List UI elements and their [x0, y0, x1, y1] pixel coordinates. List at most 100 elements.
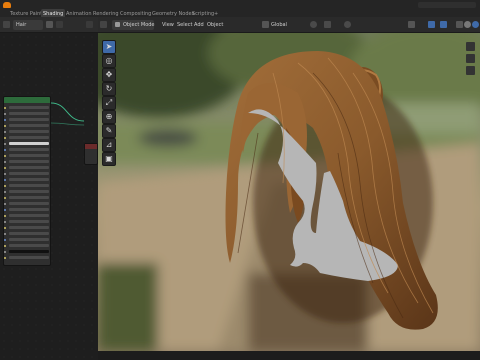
socket-value-field[interactable]: [9, 154, 49, 157]
socket-dot-icon[interactable]: [4, 214, 6, 217]
node-socket-row[interactable]: [4, 202, 49, 205]
node-socket-row[interactable]: [4, 214, 49, 217]
socket-value-field[interactable]: [9, 190, 49, 193]
socket-dot-icon[interactable]: [4, 190, 6, 193]
node-socket-row[interactable]: [4, 178, 49, 181]
rotate-tool[interactable]: ↻: [102, 82, 116, 96]
menu-add[interactable]: Add: [194, 20, 204, 30]
new-material-icon[interactable]: [46, 21, 53, 28]
socket-dot-icon[interactable]: [4, 148, 6, 151]
add-cube-tool[interactable]: ▣: [102, 152, 116, 166]
socket-value-field[interactable]: [9, 130, 49, 133]
pan-hand-icon[interactable]: [466, 54, 475, 63]
node-socket-row[interactable]: [4, 244, 49, 247]
socket-value-field[interactable]: [9, 112, 49, 115]
proportional-edit-icon[interactable]: [344, 21, 351, 28]
socket-dot-icon[interactable]: [4, 142, 6, 145]
socket-value-field[interactable]: [9, 178, 49, 181]
shading-solid-icon[interactable]: [464, 21, 471, 28]
socket-dot-icon[interactable]: [4, 130, 6, 133]
transform-orientation[interactable]: Global: [271, 20, 287, 30]
node-socket-row[interactable]: [4, 112, 49, 115]
editor-type-icon[interactable]: [100, 21, 107, 28]
node-socket-row[interactable]: [4, 184, 49, 187]
shading-material-icon[interactable]: [472, 21, 479, 28]
socket-dot-icon[interactable]: [4, 250, 6, 253]
overlay-toggle-icon[interactable]: [440, 21, 447, 28]
node-socket-row[interactable]: [4, 208, 49, 211]
socket-value-field[interactable]: [9, 202, 49, 205]
socket-value-field[interactable]: [9, 148, 49, 151]
move-tool[interactable]: ✥: [102, 68, 116, 82]
socket-value-field[interactable]: [9, 184, 49, 187]
socket-value-field[interactable]: [9, 106, 49, 109]
node-socket-row[interactable]: [4, 190, 49, 193]
socket-value-field[interactable]: [9, 172, 49, 175]
node-socket-row[interactable]: [4, 118, 49, 121]
node-socket-row[interactable]: [4, 142, 49, 145]
cursor-tool[interactable]: ◎: [102, 54, 116, 68]
node-socket-row[interactable]: [4, 136, 49, 139]
socket-value-field[interactable]: [9, 214, 49, 217]
shader-node-editor[interactable]: [0, 33, 98, 360]
measure-tool[interactable]: ⊿: [102, 138, 116, 152]
socket-dot-icon[interactable]: [4, 166, 6, 169]
node-socket-row[interactable]: [4, 238, 49, 241]
node-socket-row[interactable]: [4, 232, 49, 235]
socket-dot-icon[interactable]: [4, 226, 6, 229]
socket-value-field[interactable]: [9, 196, 49, 199]
socket-value-field[interactable]: [9, 118, 49, 121]
node-socket-row[interactable]: [4, 106, 49, 109]
fake-user-icon[interactable]: [56, 21, 63, 28]
socket-dot-icon[interactable]: [4, 154, 6, 157]
node-socket-row[interactable]: [4, 166, 49, 169]
socket-value-field[interactable]: [9, 256, 49, 259]
menu-view[interactable]: View: [162, 20, 174, 30]
camera-view-icon[interactable]: [466, 66, 475, 75]
node-socket-row[interactable]: [4, 250, 49, 253]
socket-dot-icon[interactable]: [4, 124, 6, 127]
3d-viewport[interactable]: [98, 33, 480, 351]
node-socket-row[interactable]: [4, 154, 49, 157]
socket-dot-icon[interactable]: [4, 178, 6, 181]
scale-tool[interactable]: ⤢: [102, 96, 116, 110]
zoom-icon[interactable]: [466, 42, 475, 51]
socket-value-field[interactable]: [9, 238, 49, 241]
socket-value-field[interactable]: [9, 226, 49, 229]
socket-dot-icon[interactable]: [4, 232, 6, 235]
principled-hair-bsdf-node[interactable]: [3, 96, 51, 266]
gizmo-toggle-icon[interactable]: [428, 21, 435, 28]
select-tool[interactable]: ➤: [102, 40, 116, 54]
socket-dot-icon[interactable]: [4, 160, 6, 163]
socket-value-field[interactable]: [9, 124, 49, 127]
node-socket-row[interactable]: [4, 226, 49, 229]
visibility-icon[interactable]: [408, 21, 415, 28]
socket-value-field[interactable]: [9, 232, 49, 235]
node-socket-row[interactable]: [4, 160, 49, 163]
node-socket-row[interactable]: [4, 172, 49, 175]
socket-dot-icon[interactable]: [4, 220, 6, 223]
transform-tool[interactable]: ⊕: [102, 110, 116, 124]
blender-logo-icon[interactable]: [3, 2, 11, 8]
socket-dot-icon[interactable]: [4, 208, 6, 211]
node-socket-row[interactable]: [4, 148, 49, 151]
socket-value-field[interactable]: [9, 136, 49, 139]
material-output-node[interactable]: [84, 143, 98, 165]
socket-value-field[interactable]: [9, 160, 49, 163]
socket-dot-icon[interactable]: [4, 118, 6, 121]
socket-dot-icon[interactable]: [4, 238, 6, 241]
socket-dot-icon[interactable]: [4, 136, 6, 139]
socket-value-field[interactable]: [9, 244, 49, 247]
socket-dot-icon[interactable]: [4, 202, 6, 205]
socket-value-field[interactable]: [9, 208, 49, 211]
socket-value-field[interactable]: [9, 166, 49, 169]
pin-icon[interactable]: [86, 21, 93, 28]
socket-value-field[interactable]: [9, 250, 49, 253]
node-socket-row[interactable]: [4, 220, 49, 223]
socket-dot-icon[interactable]: [4, 184, 6, 187]
snap-icon[interactable]: [324, 21, 331, 28]
node-socket-row[interactable]: [4, 124, 49, 127]
menu-select[interactable]: Select: [177, 20, 192, 30]
socket-value-field[interactable]: [9, 220, 49, 223]
node-socket-row[interactable]: [4, 130, 49, 133]
